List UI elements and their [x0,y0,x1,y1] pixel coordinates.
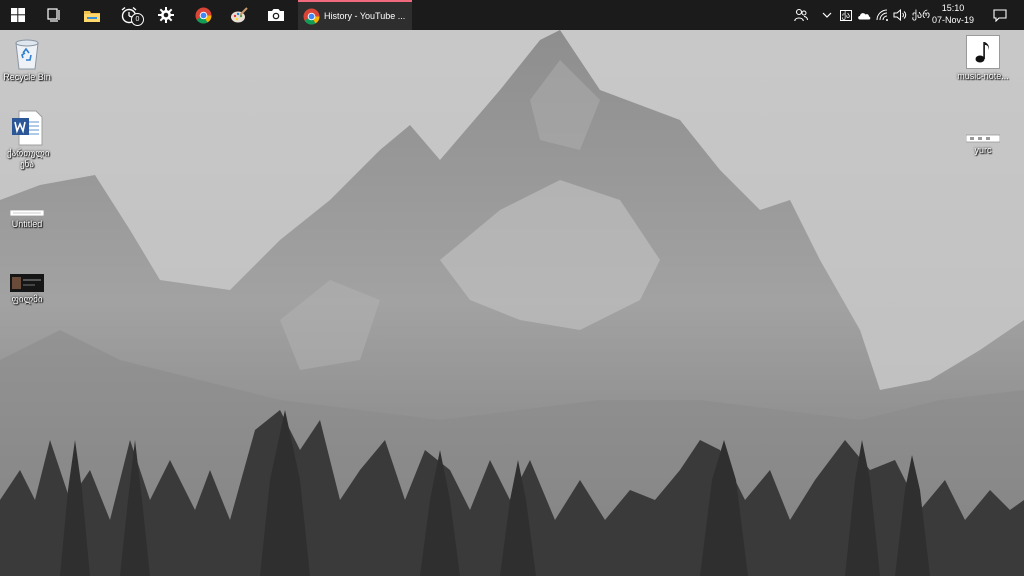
task-view-icon [47,8,60,22]
settings-button[interactable] [148,0,184,30]
image-file-icon [10,209,44,217]
show-hidden-icons-button[interactable] [818,0,836,30]
chrome-icon [303,8,320,24]
desktop-icon-video[interactable]: ფილმი [0,274,57,305]
windows-start-icon [11,8,25,22]
volume-icon [893,9,907,21]
taskbar-clock[interactable]: 15:10 07-Nov-19 [930,2,976,28]
camera-button[interactable] [258,0,294,30]
task-view-button[interactable] [36,0,72,30]
paint-button[interactable] [221,0,257,30]
desktop-icon-music-note[interactable]: music-note... [953,35,1013,82]
input-language-label: ქარ [911,9,931,21]
desktop-icon-label: Recycle Bin [3,72,51,82]
people-button[interactable] [790,0,812,30]
cloud-icon [858,12,871,19]
wifi-icon [876,9,888,21]
chrome-icon [195,7,211,23]
keyboard-layout-button[interactable]: ქა [836,0,856,30]
start-button[interactable] [0,0,36,30]
taskbar-window-chrome[interactable]: History - YouTube ... [298,0,412,30]
desktop-icon-label: Untitled [11,219,43,229]
volume-button[interactable] [891,0,909,30]
network-button[interactable] [873,0,891,30]
video-file-icon [10,274,44,292]
recycle-bin-icon [15,39,39,70]
chrome-button[interactable] [185,0,221,30]
clock-date: 07-Nov-19 [931,15,975,25]
desktop-icon-label: music-note... [957,71,1009,81]
paint-icon [231,6,248,22]
camera-icon [268,9,284,21]
gear-icon [158,7,174,23]
clock-time: 15:10 [941,3,965,13]
desktop-icon-label: ფილმი [11,294,43,304]
desktop-icon-untitled[interactable]: Untitled [0,209,57,230]
alarms-badge: 0 [131,13,144,26]
image-file-icon [966,134,1000,143]
action-center-button[interactable] [988,0,1012,30]
desktop-icon-recycle-bin[interactable]: Recycle Bin [0,36,57,83]
desktop-icon-label: yurc [974,145,992,155]
music-note-icon [966,35,1000,69]
chevron-up-icon [822,12,832,18]
taskbar-window-title: History - YouTube ... [324,11,406,21]
desktop-icon-label: ქართული ენა [7,148,50,169]
language-badge: ქა [839,9,853,21]
desktop-wallpaper [0,0,1024,576]
taskbar: 0 History - YouTube ... ქა ქარ 15:10 07-… [0,0,1024,30]
desktop-icon-yurc[interactable]: yurc [953,134,1013,156]
input-language-button[interactable]: ქარ [910,0,932,30]
people-icon [794,8,808,22]
file-explorer-button[interactable] [74,0,110,30]
desktop-icon-word-document[interactable]: ქართული ენა [0,110,57,170]
alarms-button[interactable]: 0 [111,0,147,30]
onedrive-button[interactable] [855,0,873,30]
file-explorer-icon [84,10,100,22]
action-center-icon [993,8,1007,22]
word-document-icon [12,110,43,146]
